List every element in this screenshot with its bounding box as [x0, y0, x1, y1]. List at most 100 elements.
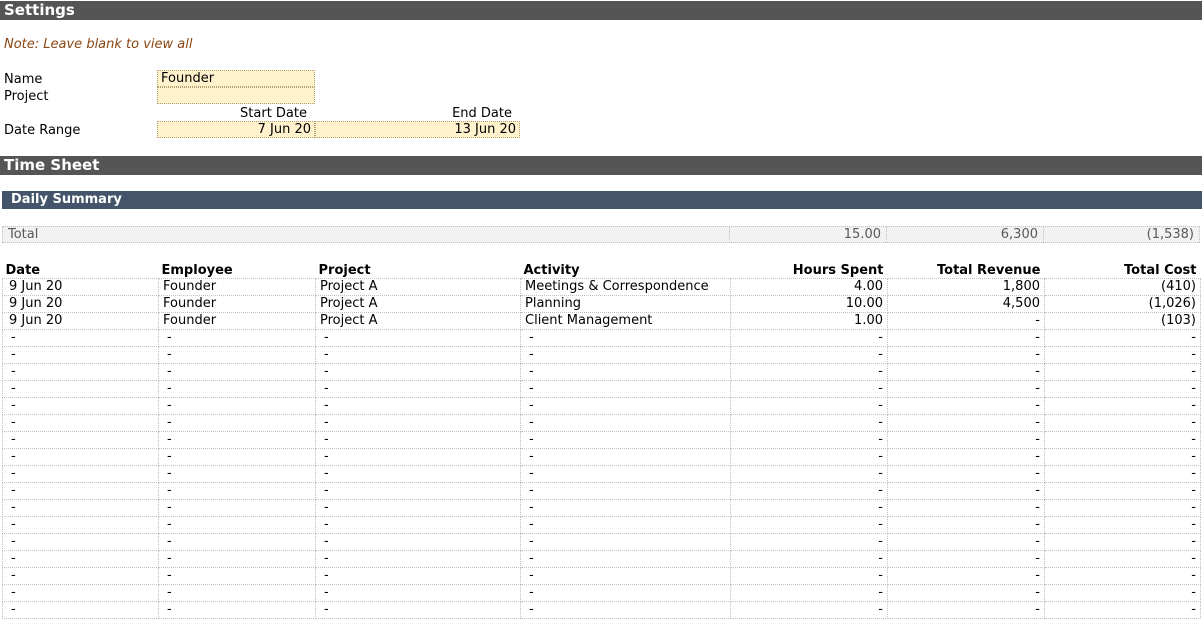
cell-activity[interactable]: - — [520, 448, 731, 466]
cell-revenue[interactable]: - — [887, 431, 1045, 449]
cell-hours[interactable]: - — [730, 397, 888, 415]
cell-project[interactable]: Project A — [315, 278, 521, 296]
cell-hours[interactable]: 4.00 — [730, 278, 888, 296]
cell-cost[interactable]: - — [1044, 516, 1201, 534]
cell-cost[interactable]: - — [1044, 499, 1201, 517]
cell-employee[interactable]: - — [158, 380, 316, 398]
cell-cost[interactable]: - — [1044, 346, 1201, 364]
cell-revenue[interactable]: - — [887, 567, 1045, 585]
cell-employee[interactable]: Founder — [158, 295, 316, 313]
cell-employee[interactable]: - — [158, 465, 316, 483]
table-row-empty[interactable]: ------- — [2, 465, 1201, 483]
cell-cost[interactable]: - — [1044, 414, 1201, 432]
table-row-empty[interactable]: ------- — [2, 346, 1201, 364]
col-header-project[interactable]: Project — [315, 262, 521, 279]
cell-revenue[interactable]: - — [887, 516, 1045, 534]
table-row[interactable]: 9 Jun 20 Founder Project A Planning 10.0… — [2, 295, 1201, 313]
table-row[interactable]: 9 Jun 20 Founder Project A Client Manage… — [2, 312, 1201, 330]
cell-project[interactable]: - — [315, 516, 521, 534]
cell-employee[interactable]: - — [158, 346, 316, 364]
table-row-empty[interactable]: ------- — [2, 567, 1201, 585]
cell-cost[interactable]: (410) — [1044, 278, 1201, 296]
cell-employee[interactable]: - — [158, 567, 316, 585]
cell-date[interactable]: - — [2, 329, 159, 347]
cell-employee[interactable]: - — [158, 533, 316, 551]
cell-hours[interactable]: - — [730, 567, 888, 585]
table-row-empty[interactable]: ------- — [2, 499, 1201, 517]
cell-revenue[interactable]: - — [887, 550, 1045, 568]
cell-cost[interactable]: - — [1044, 329, 1201, 347]
cell-revenue[interactable]: - — [887, 448, 1045, 466]
cell-activity[interactable]: - — [520, 329, 731, 347]
cell-employee[interactable]: - — [158, 482, 316, 500]
cell-revenue[interactable]: - — [887, 414, 1045, 432]
cell-activity[interactable]: - — [520, 584, 731, 602]
cell-activity[interactable]: - — [520, 431, 731, 449]
cell-activity[interactable]: - — [520, 516, 731, 534]
cell-date[interactable]: - — [2, 550, 159, 568]
cell-hours[interactable]: - — [730, 465, 888, 483]
cell-date[interactable]: - — [2, 431, 159, 449]
cell-date[interactable]: - — [2, 584, 159, 602]
cell-project[interactable]: - — [315, 414, 521, 432]
cell-revenue[interactable]: - — [887, 499, 1045, 517]
cell-cost[interactable]: - — [1044, 380, 1201, 398]
table-row-empty[interactable]: ------- — [2, 329, 1201, 347]
table-row-empty[interactable]: ------- — [2, 601, 1201, 619]
cell-activity[interactable]: - — [520, 482, 731, 500]
cell-hours[interactable]: 1.00 — [730, 312, 888, 330]
cell-cost[interactable]: (1,026) — [1044, 295, 1201, 313]
cell-activity[interactable]: - — [520, 397, 731, 415]
col-header-revenue[interactable]: Total Revenue — [887, 262, 1045, 279]
table-row-empty[interactable]: ------- — [2, 397, 1201, 415]
cell-hours[interactable]: - — [730, 516, 888, 534]
cell-date[interactable]: - — [2, 346, 159, 364]
cell-activity[interactable]: - — [520, 414, 731, 432]
end-date-input[interactable]: 13 Jun 20 — [315, 121, 520, 138]
table-row-empty[interactable]: ------- — [2, 414, 1201, 432]
cell-project[interactable]: - — [315, 601, 521, 619]
cell-revenue[interactable]: - — [887, 380, 1045, 398]
cell-project[interactable]: - — [315, 397, 521, 415]
cell-project[interactable]: - — [315, 465, 521, 483]
cell-cost[interactable]: - — [1044, 482, 1201, 500]
cell-revenue[interactable]: - — [887, 397, 1045, 415]
cell-revenue[interactable]: - — [887, 312, 1045, 330]
cell-project[interactable]: - — [315, 329, 521, 347]
cell-date[interactable]: - — [2, 380, 159, 398]
cell-date[interactable]: - — [2, 397, 159, 415]
cell-project[interactable]: - — [315, 499, 521, 517]
cell-revenue[interactable]: - — [887, 601, 1045, 619]
cell-employee[interactable]: - — [158, 414, 316, 432]
cell-project[interactable]: - — [315, 550, 521, 568]
cell-cost[interactable]: - — [1044, 397, 1201, 415]
cell-employee[interactable]: - — [158, 431, 316, 449]
cell-date[interactable]: - — [2, 601, 159, 619]
cell-project[interactable]: - — [315, 431, 521, 449]
table-row-empty[interactable]: ------- — [2, 584, 1201, 602]
cell-employee[interactable]: - — [158, 601, 316, 619]
cell-project[interactable]: - — [315, 567, 521, 585]
cell-project[interactable]: Project A — [315, 312, 521, 330]
cell-activity[interactable]: Client Management — [520, 312, 731, 330]
name-input[interactable]: Founder — [157, 70, 315, 87]
cell-activity[interactable]: - — [520, 346, 731, 364]
cell-hours[interactable]: - — [730, 346, 888, 364]
cell-project[interactable]: - — [315, 533, 521, 551]
cell-cost[interactable]: - — [1044, 431, 1201, 449]
table-row-empty[interactable]: ------- — [2, 550, 1201, 568]
cell-hours[interactable]: - — [730, 448, 888, 466]
cell-hours[interactable]: - — [730, 329, 888, 347]
table-row-empty[interactable]: ------- — [2, 516, 1201, 534]
cell-employee[interactable]: - — [158, 329, 316, 347]
cell-project[interactable]: - — [315, 584, 521, 602]
cell-date[interactable]: - — [2, 482, 159, 500]
cell-revenue[interactable]: - — [887, 363, 1045, 381]
table-row-empty[interactable]: ------- — [2, 533, 1201, 551]
cell-revenue[interactable]: - — [887, 346, 1045, 364]
col-header-employee[interactable]: Employee — [158, 262, 316, 279]
cell-revenue[interactable]: - — [887, 329, 1045, 347]
cell-project[interactable]: Project A — [315, 295, 521, 313]
cell-cost[interactable]: - — [1044, 363, 1201, 381]
cell-activity[interactable]: - — [520, 380, 731, 398]
